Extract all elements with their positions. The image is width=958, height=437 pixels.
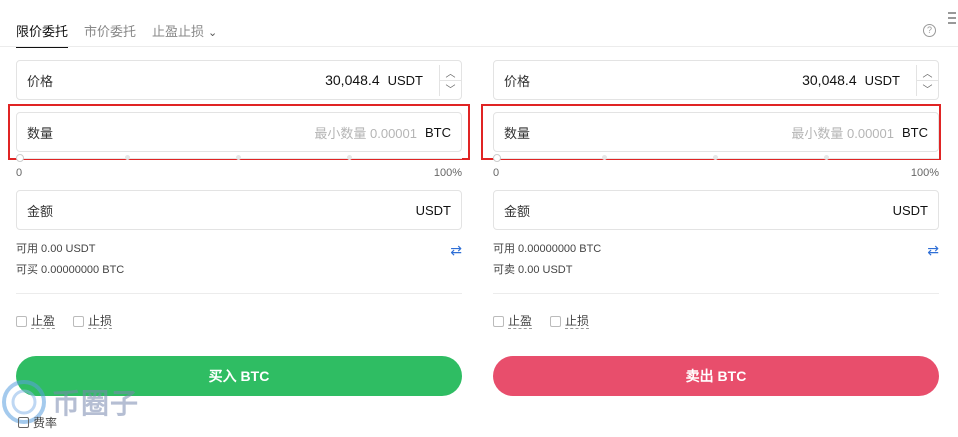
buy-price-field[interactable]: 价格 30,048.4 USDT ︿ ﹀: [16, 60, 462, 100]
sell-price-value: 30,048.4: [802, 72, 857, 88]
slider-tick: [713, 155, 718, 160]
slider-tick: [347, 155, 352, 160]
buy-stop-loss-checkbox[interactable]: 止损: [73, 314, 113, 329]
buy-amount-unit: USDT: [415, 202, 451, 218]
slider-tick: [236, 155, 241, 160]
buy-amount-field[interactable]: 金额 USDT: [16, 190, 462, 230]
buy-max-text: 可买 0.00000000 BTC: [16, 264, 125, 276]
buy-price-label: 价格: [27, 73, 54, 89]
tabs-divider: [0, 46, 958, 47]
chevron-down-icon[interactable]: ﹀: [917, 81, 938, 96]
divider: [493, 293, 939, 294]
checkbox-icon: [73, 316, 85, 327]
buy-quantity-label: 数量: [27, 125, 54, 141]
chevron-up-icon[interactable]: ︿: [917, 65, 938, 81]
checkbox-icon: [550, 316, 562, 327]
slider-handle[interactable]: [493, 154, 501, 162]
slider-max-label: 100%: [433, 167, 462, 179]
checkbox-icon: [493, 316, 504, 327]
chevron-down-icon: ⌄: [208, 27, 218, 39]
fee-label: 费率: [33, 416, 58, 430]
sell-available-text: 可用 0.00000000 BTC: [493, 243, 602, 255]
sell-stop-loss-checkbox[interactable]: 止损: [550, 314, 590, 329]
buy-quantity-field[interactable]: 数量 最小数量 0.00001 BTC: [16, 112, 462, 152]
sell-quantity-field[interactable]: 数量 最小数量 0.00001 BTC: [493, 112, 939, 152]
tab-market-order[interactable]: 市价委托: [84, 21, 136, 48]
tab-stop-order-label: 止盈止损: [152, 24, 205, 39]
chevron-down-icon[interactable]: ﹀: [440, 81, 461, 96]
sell-tp-sl-options: 止盈 止损: [493, 314, 939, 329]
buy-balance-info: 可用 0.00 USDT 可买 0.00000000 BTC ⇄: [16, 239, 462, 281]
buy-stop-loss-label: 止损: [88, 314, 113, 329]
buy-take-profit-label: 止盈: [31, 314, 56, 329]
sell-take-profit-label: 止盈: [508, 314, 533, 329]
sell-amount-label: 金额: [504, 203, 531, 219]
buy-price-unit: USDT: [387, 72, 423, 88]
buy-take-profit-checkbox[interactable]: 止盈: [16, 314, 56, 329]
fee-icon: [18, 417, 29, 428]
buy-panel: 价格 30,048.4 USDT ︿ ﹀ 数量 最小数量 0.00001 BTC…: [8, 60, 470, 396]
sell-price-stepper: ︿ ﹀: [916, 64, 938, 96]
sell-price-label: 价格: [504, 73, 531, 89]
sell-amount-unit: USDT: [892, 202, 928, 218]
swap-icon[interactable]: ⇄: [450, 242, 462, 259]
watermark-text: 币圈子: [52, 388, 140, 419]
slider-handle[interactable]: [16, 154, 24, 162]
buy-price-stepper: ︿ ﹀: [439, 64, 461, 96]
tab-limit-order[interactable]: 限价委托: [16, 21, 69, 48]
buy-price-value: 30,048.4: [325, 72, 380, 88]
sell-price-field[interactable]: 价格 30,048.4 USDT ︿ ﹀: [493, 60, 939, 100]
sell-price-unit: USDT: [864, 72, 900, 88]
chevron-up-icon[interactable]: ︿: [440, 65, 461, 81]
tab-stop-order[interactable]: 止盈止损 ⌄: [152, 21, 217, 48]
help-icon[interactable]: ?: [923, 24, 936, 37]
sell-take-profit-checkbox[interactable]: 止盈: [493, 314, 533, 329]
buy-available-text: 可用 0.00 USDT: [16, 243, 96, 255]
sell-max-text: 可卖 0.00 USDT: [493, 264, 573, 276]
fee-rate[interactable]: 费率: [18, 414, 57, 431]
divider: [16, 293, 462, 294]
sell-quantity-placeholder: 最小数量 0.00001: [791, 125, 894, 141]
sell-quantity-unit: BTC: [902, 124, 928, 140]
sell-quantity-slider[interactable]: 0 100%: [493, 154, 939, 182]
sell-btc-button[interactable]: 卖出 BTC: [493, 356, 939, 396]
slider-tick: [602, 155, 607, 160]
swap-icon[interactable]: ⇄: [927, 242, 939, 259]
slider-tick: [824, 155, 829, 160]
sell-quantity-label: 数量: [504, 125, 531, 141]
menu-icon[interactable]: [948, 12, 956, 28]
slider-min-label: 0: [16, 167, 23, 179]
sell-panel: 价格 30,048.4 USDT ︿ ﹀ 数量 最小数量 0.00001 BTC…: [481, 60, 941, 396]
sell-balance-info: 可用 0.00000000 BTC 可卖 0.00 USDT ⇄: [493, 239, 939, 281]
buy-quantity-slider[interactable]: 0 100%: [16, 154, 462, 182]
buy-tp-sl-options: 止盈 止损: [16, 314, 462, 329]
sell-amount-field[interactable]: 金额 USDT: [493, 190, 939, 230]
slider-tick: [125, 155, 130, 160]
order-type-tabs: 限价委托 市价委托 止盈止损 ⌄: [16, 21, 217, 48]
buy-quantity-placeholder: 最小数量 0.00001: [314, 125, 417, 141]
slider-max-label: 100%: [910, 167, 939, 179]
buy-amount-label: 金额: [27, 203, 54, 219]
slider-min-label: 0: [493, 167, 500, 179]
buy-quantity-unit: BTC: [425, 124, 451, 140]
checkbox-icon: [16, 316, 27, 327]
sell-stop-loss-label: 止损: [565, 314, 590, 329]
